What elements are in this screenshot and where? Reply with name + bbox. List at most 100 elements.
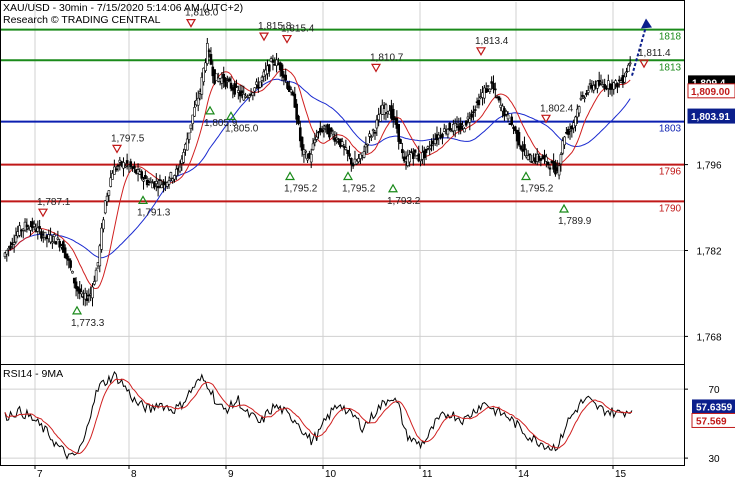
candle-body	[397, 124, 400, 142]
candle-body	[350, 157, 353, 165]
candle-body	[340, 141, 344, 146]
candle-body	[526, 155, 530, 160]
candle-body	[623, 76, 627, 83]
swing-label: 1,789.9	[558, 216, 592, 227]
candle-body	[182, 152, 185, 163]
candle-body	[83, 292, 87, 300]
candle-body	[160, 184, 164, 189]
price-tag-label: 1,803.91	[691, 112, 730, 123]
y-tick-label: 1,782	[696, 246, 721, 257]
candle-body	[627, 64, 630, 72]
candle-body	[140, 171, 144, 179]
candle-body	[559, 154, 563, 165]
candle-body	[477, 100, 481, 106]
candle-body	[289, 89, 293, 93]
candle-body	[366, 143, 370, 146]
candle-body	[379, 113, 382, 122]
candle-body	[144, 175, 147, 180]
candle-body	[588, 83, 592, 85]
candle-body	[258, 81, 262, 88]
candle-body	[585, 92, 588, 95]
candle-body	[167, 180, 171, 185]
swing-label: 1,813.4	[475, 36, 509, 47]
chart-header-line1: XAU/USD - 30min - 7/15/2020 5:14:06 AM (…	[3, 2, 243, 14]
level-label-1803: 1803	[659, 124, 682, 135]
candle-body	[284, 74, 287, 81]
candle-body	[362, 151, 366, 158]
x-tick-label: 15	[615, 469, 627, 480]
swing-high-marker	[281, 34, 293, 44]
candle-body	[517, 132, 521, 146]
candle-body	[506, 114, 510, 120]
candle-body	[49, 235, 52, 243]
x-tick-label: 8	[131, 469, 137, 480]
candle-body	[107, 190, 111, 196]
swing-high-marker	[37, 208, 49, 218]
candle-body	[193, 107, 196, 117]
candle-body	[297, 115, 300, 124]
candle-body	[154, 181, 158, 184]
candle-body	[335, 137, 339, 140]
candle-body	[80, 291, 83, 295]
rsi-ma-tag-label: 57.569	[696, 416, 727, 427]
swing-high-marker	[258, 32, 270, 42]
candle-body	[468, 118, 472, 123]
candle-body	[430, 144, 433, 147]
candle-body	[399, 139, 402, 144]
x-tick-label: 11	[422, 469, 433, 480]
y-tick-label: 1,796	[696, 161, 721, 172]
candle-body	[12, 242, 16, 245]
candle-body	[113, 166, 116, 175]
candle-body	[599, 81, 603, 84]
candle-body	[473, 109, 477, 111]
candle-body	[346, 149, 349, 154]
candle-body	[149, 181, 153, 183]
candle-body	[51, 241, 54, 244]
candle-body	[309, 154, 313, 163]
x-tick-label: 14	[518, 469, 530, 480]
candle-body	[85, 298, 89, 301]
candle-body	[574, 116, 577, 127]
candle-body	[519, 145, 523, 150]
candle-body	[235, 85, 238, 88]
chart-header-line2: Research © TRADING CENTRAL	[3, 14, 161, 26]
swing-low-marker	[342, 171, 354, 181]
candle-body	[56, 237, 60, 240]
candle-body	[147, 182, 151, 185]
candle-body	[548, 167, 552, 170]
candle-body	[103, 200, 107, 214]
rsi-line	[4, 371, 633, 460]
candle-body	[38, 226, 41, 229]
candle-body	[528, 153, 532, 156]
candle-body	[583, 97, 586, 100]
candle-body	[169, 172, 173, 179]
candle-body	[628, 62, 632, 65]
swing-label: 1,787.1	[37, 197, 71, 208]
candle-body	[175, 168, 178, 176]
swing-label: 1,795.2	[342, 184, 376, 195]
candle-body	[401, 149, 404, 154]
candle-body	[247, 95, 251, 98]
swing-low-marker	[558, 203, 570, 213]
candle-body	[625, 71, 628, 74]
candle-body	[300, 136, 304, 151]
candle-body	[428, 148, 431, 150]
swing-high-marker	[111, 144, 123, 154]
rsi-tick-label: 30	[708, 454, 720, 465]
candle-body	[579, 97, 583, 100]
rsi-tick-label: 70	[708, 385, 720, 396]
candle-body	[65, 253, 69, 260]
y-tick-label: 1,768	[696, 332, 721, 343]
candle-body	[304, 150, 308, 153]
candle-body	[413, 149, 417, 153]
candle-body	[54, 241, 58, 245]
swing-low-marker	[520, 171, 532, 181]
level-label-1818: 1818	[659, 32, 682, 43]
candle-body	[331, 133, 335, 137]
candle-body	[411, 152, 415, 159]
swing-label: 1,815.4	[281, 24, 315, 35]
candle-body	[375, 119, 379, 129]
candle-body	[240, 90, 244, 94]
candle-body	[204, 62, 207, 71]
candle-body	[227, 78, 231, 82]
